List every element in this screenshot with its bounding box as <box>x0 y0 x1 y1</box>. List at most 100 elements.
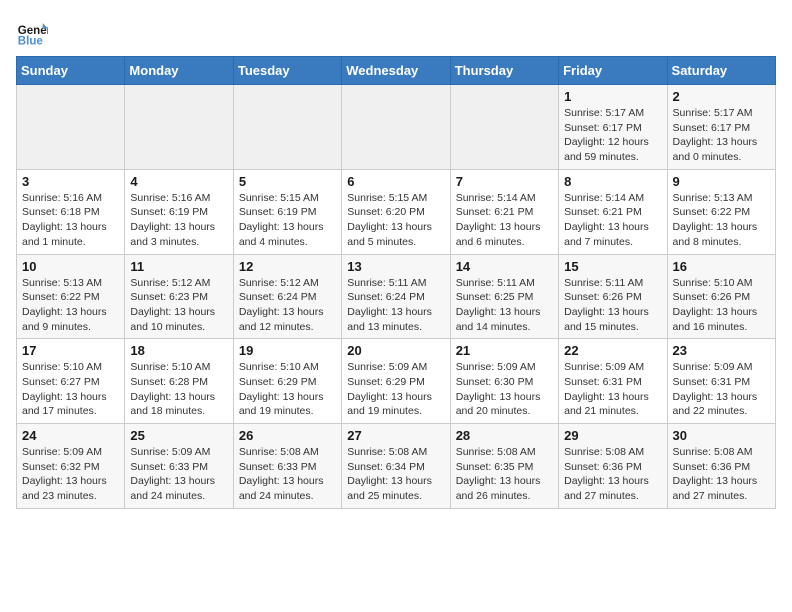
calendar-cell: 10 Sunrise: 5:13 AM Sunset: 6:22 PM Dayli… <box>17 254 125 339</box>
calendar-cell: 7 Sunrise: 5:14 AM Sunset: 6:21 PM Daylig… <box>450 169 558 254</box>
day-info: Sunrise: 5:13 AM Sunset: 6:22 PM Dayligh… <box>22 276 119 335</box>
calendar-cell: 22 Sunrise: 5:09 AM Sunset: 6:31 PM Dayli… <box>559 339 667 424</box>
day-number: 1 <box>564 89 661 104</box>
day-number: 13 <box>347 259 444 274</box>
calendar-week-row: 3 Sunrise: 5:16 AM Sunset: 6:18 PM Daylig… <box>17 169 776 254</box>
logo-icon: General Blue <box>16 16 48 48</box>
day-info: Sunrise: 5:16 AM Sunset: 6:19 PM Dayligh… <box>130 191 227 250</box>
weekday-header: Tuesday <box>233 57 341 85</box>
calendar-cell <box>17 85 125 170</box>
weekday-header: Thursday <box>450 57 558 85</box>
day-info: Sunrise: 5:13 AM Sunset: 6:22 PM Dayligh… <box>673 191 770 250</box>
calendar-cell: 16 Sunrise: 5:10 AM Sunset: 6:26 PM Dayli… <box>667 254 775 339</box>
day-number: 6 <box>347 174 444 189</box>
day-number: 11 <box>130 259 227 274</box>
day-number: 27 <box>347 428 444 443</box>
calendar-cell <box>450 85 558 170</box>
day-number: 26 <box>239 428 336 443</box>
day-number: 2 <box>673 89 770 104</box>
calendar-cell: 19 Sunrise: 5:10 AM Sunset: 6:29 PM Dayli… <box>233 339 341 424</box>
calendar-cell: 18 Sunrise: 5:10 AM Sunset: 6:28 PM Dayli… <box>125 339 233 424</box>
day-info: Sunrise: 5:16 AM Sunset: 6:18 PM Dayligh… <box>22 191 119 250</box>
calendar-table: SundayMondayTuesdayWednesdayThursdayFrid… <box>16 56 776 509</box>
calendar-cell: 29 Sunrise: 5:08 AM Sunset: 6:36 PM Dayli… <box>559 424 667 509</box>
day-number: 18 <box>130 343 227 358</box>
weekday-header: Saturday <box>667 57 775 85</box>
calendar-week-row: 17Sunrise: 5:10 AM Sunset: 6:27 PM Dayli… <box>17 339 776 424</box>
calendar-cell: 30Sunrise: 5:08 AM Sunset: 6:36 PM Dayli… <box>667 424 775 509</box>
day-number: 7 <box>456 174 553 189</box>
svg-text:Blue: Blue <box>18 35 44 47</box>
day-info: Sunrise: 5:12 AM Sunset: 6:24 PM Dayligh… <box>239 276 336 335</box>
weekday-header: Friday <box>559 57 667 85</box>
calendar-cell: 2 Sunrise: 5:17 AM Sunset: 6:17 PM Daylig… <box>667 85 775 170</box>
day-info: Sunrise: 5:10 AM Sunset: 6:29 PM Dayligh… <box>239 360 336 419</box>
calendar-cell: 8 Sunrise: 5:14 AM Sunset: 6:21 PM Daylig… <box>559 169 667 254</box>
calendar-cell: 14 Sunrise: 5:11 AM Sunset: 6:25 PM Dayli… <box>450 254 558 339</box>
day-number: 19 <box>239 343 336 358</box>
calendar-cell <box>125 85 233 170</box>
day-number: 15 <box>564 259 661 274</box>
day-number: 22 <box>564 343 661 358</box>
day-info: Sunrise: 5:11 AM Sunset: 6:26 PM Dayligh… <box>564 276 661 335</box>
day-number: 25 <box>130 428 227 443</box>
day-info: Sunrise: 5:08 AM Sunset: 6:36 PM Dayligh… <box>564 445 661 504</box>
calendar-cell: 21 Sunrise: 5:09 AM Sunset: 6:30 PM Dayli… <box>450 339 558 424</box>
day-number: 20 <box>347 343 444 358</box>
day-info: Sunrise: 5:08 AM Sunset: 6:33 PM Dayligh… <box>239 445 336 504</box>
day-number: 30 <box>673 428 770 443</box>
calendar-cell: 5 Sunrise: 5:15 AM Sunset: 6:19 PM Daylig… <box>233 169 341 254</box>
calendar-cell: 6 Sunrise: 5:15 AM Sunset: 6:20 PM Daylig… <box>342 169 450 254</box>
day-number: 29 <box>564 428 661 443</box>
day-number: 21 <box>456 343 553 358</box>
calendar-cell: 26 Sunrise: 5:08 AM Sunset: 6:33 PM Dayli… <box>233 424 341 509</box>
day-number: 12 <box>239 259 336 274</box>
calendar-week-row: 10 Sunrise: 5:13 AM Sunset: 6:22 PM Dayli… <box>17 254 776 339</box>
calendar-cell: 4 Sunrise: 5:16 AM Sunset: 6:19 PM Daylig… <box>125 169 233 254</box>
day-info: Sunrise: 5:09 AM Sunset: 6:31 PM Dayligh… <box>673 360 770 419</box>
calendar-cell: 17Sunrise: 5:10 AM Sunset: 6:27 PM Dayli… <box>17 339 125 424</box>
day-number: 4 <box>130 174 227 189</box>
day-info: Sunrise: 5:09 AM Sunset: 6:32 PM Dayligh… <box>22 445 119 504</box>
day-info: Sunrise: 5:10 AM Sunset: 6:26 PM Dayligh… <box>673 276 770 335</box>
day-number: 9 <box>673 174 770 189</box>
day-info: Sunrise: 5:15 AM Sunset: 6:20 PM Dayligh… <box>347 191 444 250</box>
calendar-cell: 12 Sunrise: 5:12 AM Sunset: 6:24 PM Dayli… <box>233 254 341 339</box>
day-info: Sunrise: 5:09 AM Sunset: 6:31 PM Dayligh… <box>564 360 661 419</box>
calendar-cell: 15 Sunrise: 5:11 AM Sunset: 6:26 PM Dayli… <box>559 254 667 339</box>
day-number: 10 <box>22 259 119 274</box>
day-info: Sunrise: 5:11 AM Sunset: 6:24 PM Dayligh… <box>347 276 444 335</box>
day-info: Sunrise: 5:10 AM Sunset: 6:28 PM Dayligh… <box>130 360 227 419</box>
calendar-cell: 9 Sunrise: 5:13 AM Sunset: 6:22 PM Daylig… <box>667 169 775 254</box>
calendar-cell: 24Sunrise: 5:09 AM Sunset: 6:32 PM Dayli… <box>17 424 125 509</box>
weekday-header: Monday <box>125 57 233 85</box>
logo: General Blue <box>16 16 48 48</box>
day-info: Sunrise: 5:12 AM Sunset: 6:23 PM Dayligh… <box>130 276 227 335</box>
calendar-body: 1 Sunrise: 5:17 AM Sunset: 6:17 PM Daylig… <box>17 85 776 509</box>
day-info: Sunrise: 5:11 AM Sunset: 6:25 PM Dayligh… <box>456 276 553 335</box>
day-number: 23 <box>673 343 770 358</box>
calendar-cell: 25 Sunrise: 5:09 AM Sunset: 6:33 PM Dayli… <box>125 424 233 509</box>
day-number: 28 <box>456 428 553 443</box>
day-info: Sunrise: 5:14 AM Sunset: 6:21 PM Dayligh… <box>564 191 661 250</box>
day-number: 16 <box>673 259 770 274</box>
calendar-cell <box>342 85 450 170</box>
day-info: Sunrise: 5:17 AM Sunset: 6:17 PM Dayligh… <box>564 106 661 165</box>
day-info: Sunrise: 5:14 AM Sunset: 6:21 PM Dayligh… <box>456 191 553 250</box>
day-number: 5 <box>239 174 336 189</box>
day-info: Sunrise: 5:15 AM Sunset: 6:19 PM Dayligh… <box>239 191 336 250</box>
day-info: Sunrise: 5:08 AM Sunset: 6:34 PM Dayligh… <box>347 445 444 504</box>
day-info: Sunrise: 5:09 AM Sunset: 6:33 PM Dayligh… <box>130 445 227 504</box>
day-info: Sunrise: 5:09 AM Sunset: 6:30 PM Dayligh… <box>456 360 553 419</box>
day-number: 14 <box>456 259 553 274</box>
day-number: 8 <box>564 174 661 189</box>
calendar-week-row: 1 Sunrise: 5:17 AM Sunset: 6:17 PM Daylig… <box>17 85 776 170</box>
day-number: 3 <box>22 174 119 189</box>
day-info: Sunrise: 5:17 AM Sunset: 6:17 PM Dayligh… <box>673 106 770 165</box>
calendar-week-row: 24Sunrise: 5:09 AM Sunset: 6:32 PM Dayli… <box>17 424 776 509</box>
day-info: Sunrise: 5:09 AM Sunset: 6:29 PM Dayligh… <box>347 360 444 419</box>
calendar-cell <box>233 85 341 170</box>
calendar-cell: 1 Sunrise: 5:17 AM Sunset: 6:17 PM Daylig… <box>559 85 667 170</box>
calendar-cell: 27 Sunrise: 5:08 AM Sunset: 6:34 PM Dayli… <box>342 424 450 509</box>
calendar-cell: 13 Sunrise: 5:11 AM Sunset: 6:24 PM Dayli… <box>342 254 450 339</box>
